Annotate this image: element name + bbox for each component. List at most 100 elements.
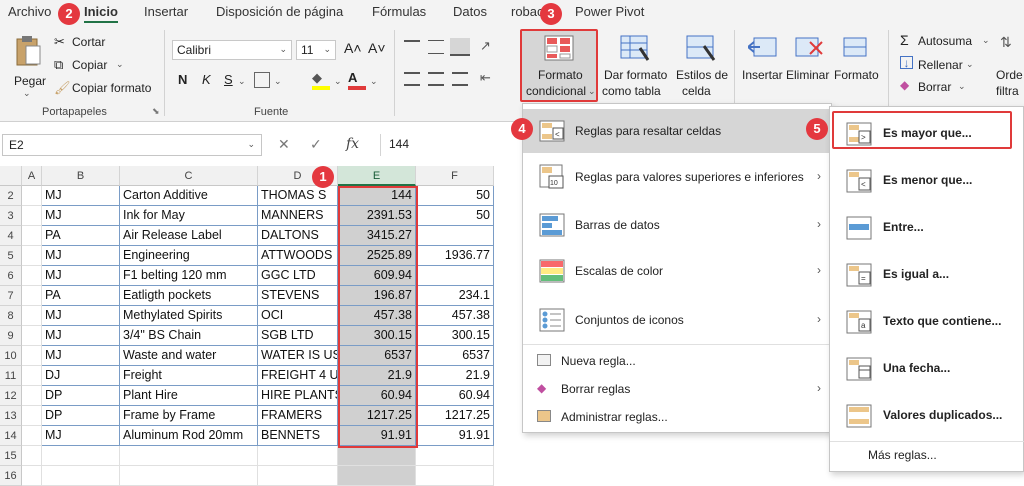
fill-button[interactable]: ↓ Rellenar ⌄: [900, 56, 990, 74]
table-cell[interactable]: [258, 466, 338, 486]
sort-filter-button[interactable]: ⇅ Orde filtra: [996, 30, 1024, 102]
menu-item-clear-rules[interactable]: ◆ Borrar reglas ›: [523, 376, 831, 402]
table-cell[interactable]: Aluminum Rod 20mm: [120, 426, 258, 446]
underline-chevron-icon[interactable]: ⌄: [238, 76, 246, 87]
table-cell[interactable]: 1936.77: [416, 246, 494, 266]
submenu-item-duplicate-values[interactable]: Valores duplicados...: [830, 394, 1024, 438]
table-cell[interactable]: [416, 226, 494, 246]
table-cell[interactable]: 50: [416, 186, 494, 206]
table-cell[interactable]: [258, 446, 338, 466]
dialog-launcher-icon[interactable]: ⬊: [152, 106, 160, 117]
tab-archivo[interactable]: Archivo: [8, 4, 51, 19]
table-cell[interactable]: FRAMERS: [258, 406, 338, 426]
indent-icon[interactable]: ⇤: [480, 70, 491, 86]
table-cell[interactable]: Ink for May: [120, 206, 258, 226]
shrink-font-button[interactable]: A˅: [368, 40, 386, 56]
table-cell[interactable]: MJ: [42, 186, 120, 206]
fill-color-icon[interactable]: ◆: [312, 70, 330, 90]
menu-item-color-scales[interactable]: Escalas de color ›: [523, 249, 831, 293]
table-cell[interactable]: [22, 306, 42, 326]
tab-revisar[interactable]: robac: [511, 4, 544, 19]
tab-disposicion[interactable]: Disposición de página: [216, 4, 343, 19]
table-cell[interactable]: 457.38: [416, 306, 494, 326]
table-cell[interactable]: Freight: [120, 366, 258, 386]
table-cell[interactable]: 6537: [416, 346, 494, 366]
table-cell[interactable]: 300.15: [416, 326, 494, 346]
table-cell[interactable]: 21.9: [416, 366, 494, 386]
align-right-icon[interactable]: [452, 72, 468, 86]
table-cell[interactable]: [22, 266, 42, 286]
row-header[interactable]: 6: [0, 266, 22, 286]
menu-item-top-bottom-rules[interactable]: 10 Reglas para valores superiores e infe…: [523, 155, 831, 199]
fill-chevron-icon[interactable]: ⌄: [334, 76, 342, 87]
row-header[interactable]: 16: [0, 466, 22, 486]
underline-button[interactable]: S: [224, 72, 233, 87]
row-header[interactable]: 11: [0, 366, 22, 386]
delete-cells-button[interactable]: Eliminar: [786, 30, 832, 90]
orientation-icon[interactable]: ↗: [480, 38, 491, 54]
table-cell[interactable]: [22, 246, 42, 266]
format-painter-button[interactable]: 🖌 Copiar formato: [54, 80, 154, 98]
copy-button[interactable]: ⧉ Copiar ⌄: [54, 57, 144, 75]
align-bottom-icon[interactable]: [450, 38, 470, 56]
table-cell[interactable]: MJ: [42, 326, 120, 346]
table-cell[interactable]: [120, 466, 258, 486]
bold-button[interactable]: N: [178, 72, 187, 87]
table-cell[interactable]: [22, 466, 42, 486]
table-cell[interactable]: [22, 186, 42, 206]
table-cell[interactable]: SGB LTD: [258, 326, 338, 346]
table-cell[interactable]: Engineering: [120, 246, 258, 266]
clear-button[interactable]: ◆ Borrar ⌄: [900, 78, 990, 96]
column-header-b[interactable]: B: [42, 166, 120, 186]
autosum-button[interactable]: Σ Autosuma ⌄: [900, 32, 994, 50]
submenu-item-less-than[interactable]: < Es menor que...: [830, 159, 1024, 203]
column-header-e[interactable]: E: [338, 166, 416, 186]
column-header-f[interactable]: F: [416, 166, 494, 186]
check-icon[interactable]: ✓: [310, 136, 322, 153]
table-cell[interactable]: Air Release Label: [120, 226, 258, 246]
table-cell[interactable]: MJ: [42, 426, 120, 446]
row-header[interactable]: 13: [0, 406, 22, 426]
table-cell[interactable]: MANNERS: [258, 206, 338, 226]
table-cell[interactable]: [22, 226, 42, 246]
row-header[interactable]: 10: [0, 346, 22, 366]
align-middle-icon[interactable]: [428, 40, 444, 54]
table-cell[interactable]: [416, 266, 494, 286]
table-cell[interactable]: PA: [42, 226, 120, 246]
submenu-item-text-contains[interactable]: a Texto que contiene...: [830, 300, 1024, 344]
align-left-icon[interactable]: [404, 72, 420, 86]
italic-button[interactable]: K: [202, 72, 211, 87]
table-cell[interactable]: 91.91: [416, 426, 494, 446]
table-cell[interactable]: DP: [42, 386, 120, 406]
menu-item-manage-rules[interactable]: Administrar reglas...: [523, 404, 831, 430]
table-cell[interactable]: [22, 206, 42, 226]
submenu-item-date[interactable]: Una fecha...: [830, 347, 1024, 391]
table-cell[interactable]: [22, 326, 42, 346]
table-cell[interactable]: Methylated Spirits: [120, 306, 258, 326]
table-cell[interactable]: THOMAS S: [258, 186, 338, 206]
font-size-dropdown[interactable]: 11 ⌄: [296, 40, 336, 60]
align-center-icon[interactable]: [428, 72, 444, 86]
table-cell[interactable]: BENNETS: [258, 426, 338, 446]
table-cell[interactable]: MJ: [42, 306, 120, 326]
table-cell[interactable]: PA: [42, 286, 120, 306]
table-cell[interactable]: MJ: [42, 206, 120, 226]
table-cell[interactable]: Carton Additive: [120, 186, 258, 206]
select-all-corner[interactable]: [0, 166, 22, 186]
table-cell[interactable]: 60.94: [416, 386, 494, 406]
table-cell[interactable]: Waste and water: [120, 346, 258, 366]
menu-item-icon-sets[interactable]: Conjuntos de iconos ›: [523, 298, 831, 342]
menu-item-highlight-rules[interactable]: < Reglas para resaltar celdas: [523, 109, 831, 153]
borders-chevron-icon[interactable]: ⌄: [274, 76, 282, 87]
tab-formulas[interactable]: Fórmulas: [372, 4, 426, 19]
table-cell[interactable]: WATER IS US: [258, 346, 338, 366]
tab-datos[interactable]: Datos: [453, 4, 487, 19]
submenu-item-between[interactable]: Entre...: [830, 206, 1024, 250]
tab-insertar[interactable]: Insertar: [144, 4, 188, 19]
table-cell[interactable]: 50: [416, 206, 494, 226]
table-cell[interactable]: [22, 366, 42, 386]
table-cell[interactable]: 234.1: [416, 286, 494, 306]
table-cell[interactable]: [42, 446, 120, 466]
paste-button[interactable]: Pegar ⌄: [8, 32, 48, 98]
row-header[interactable]: 7: [0, 286, 22, 306]
